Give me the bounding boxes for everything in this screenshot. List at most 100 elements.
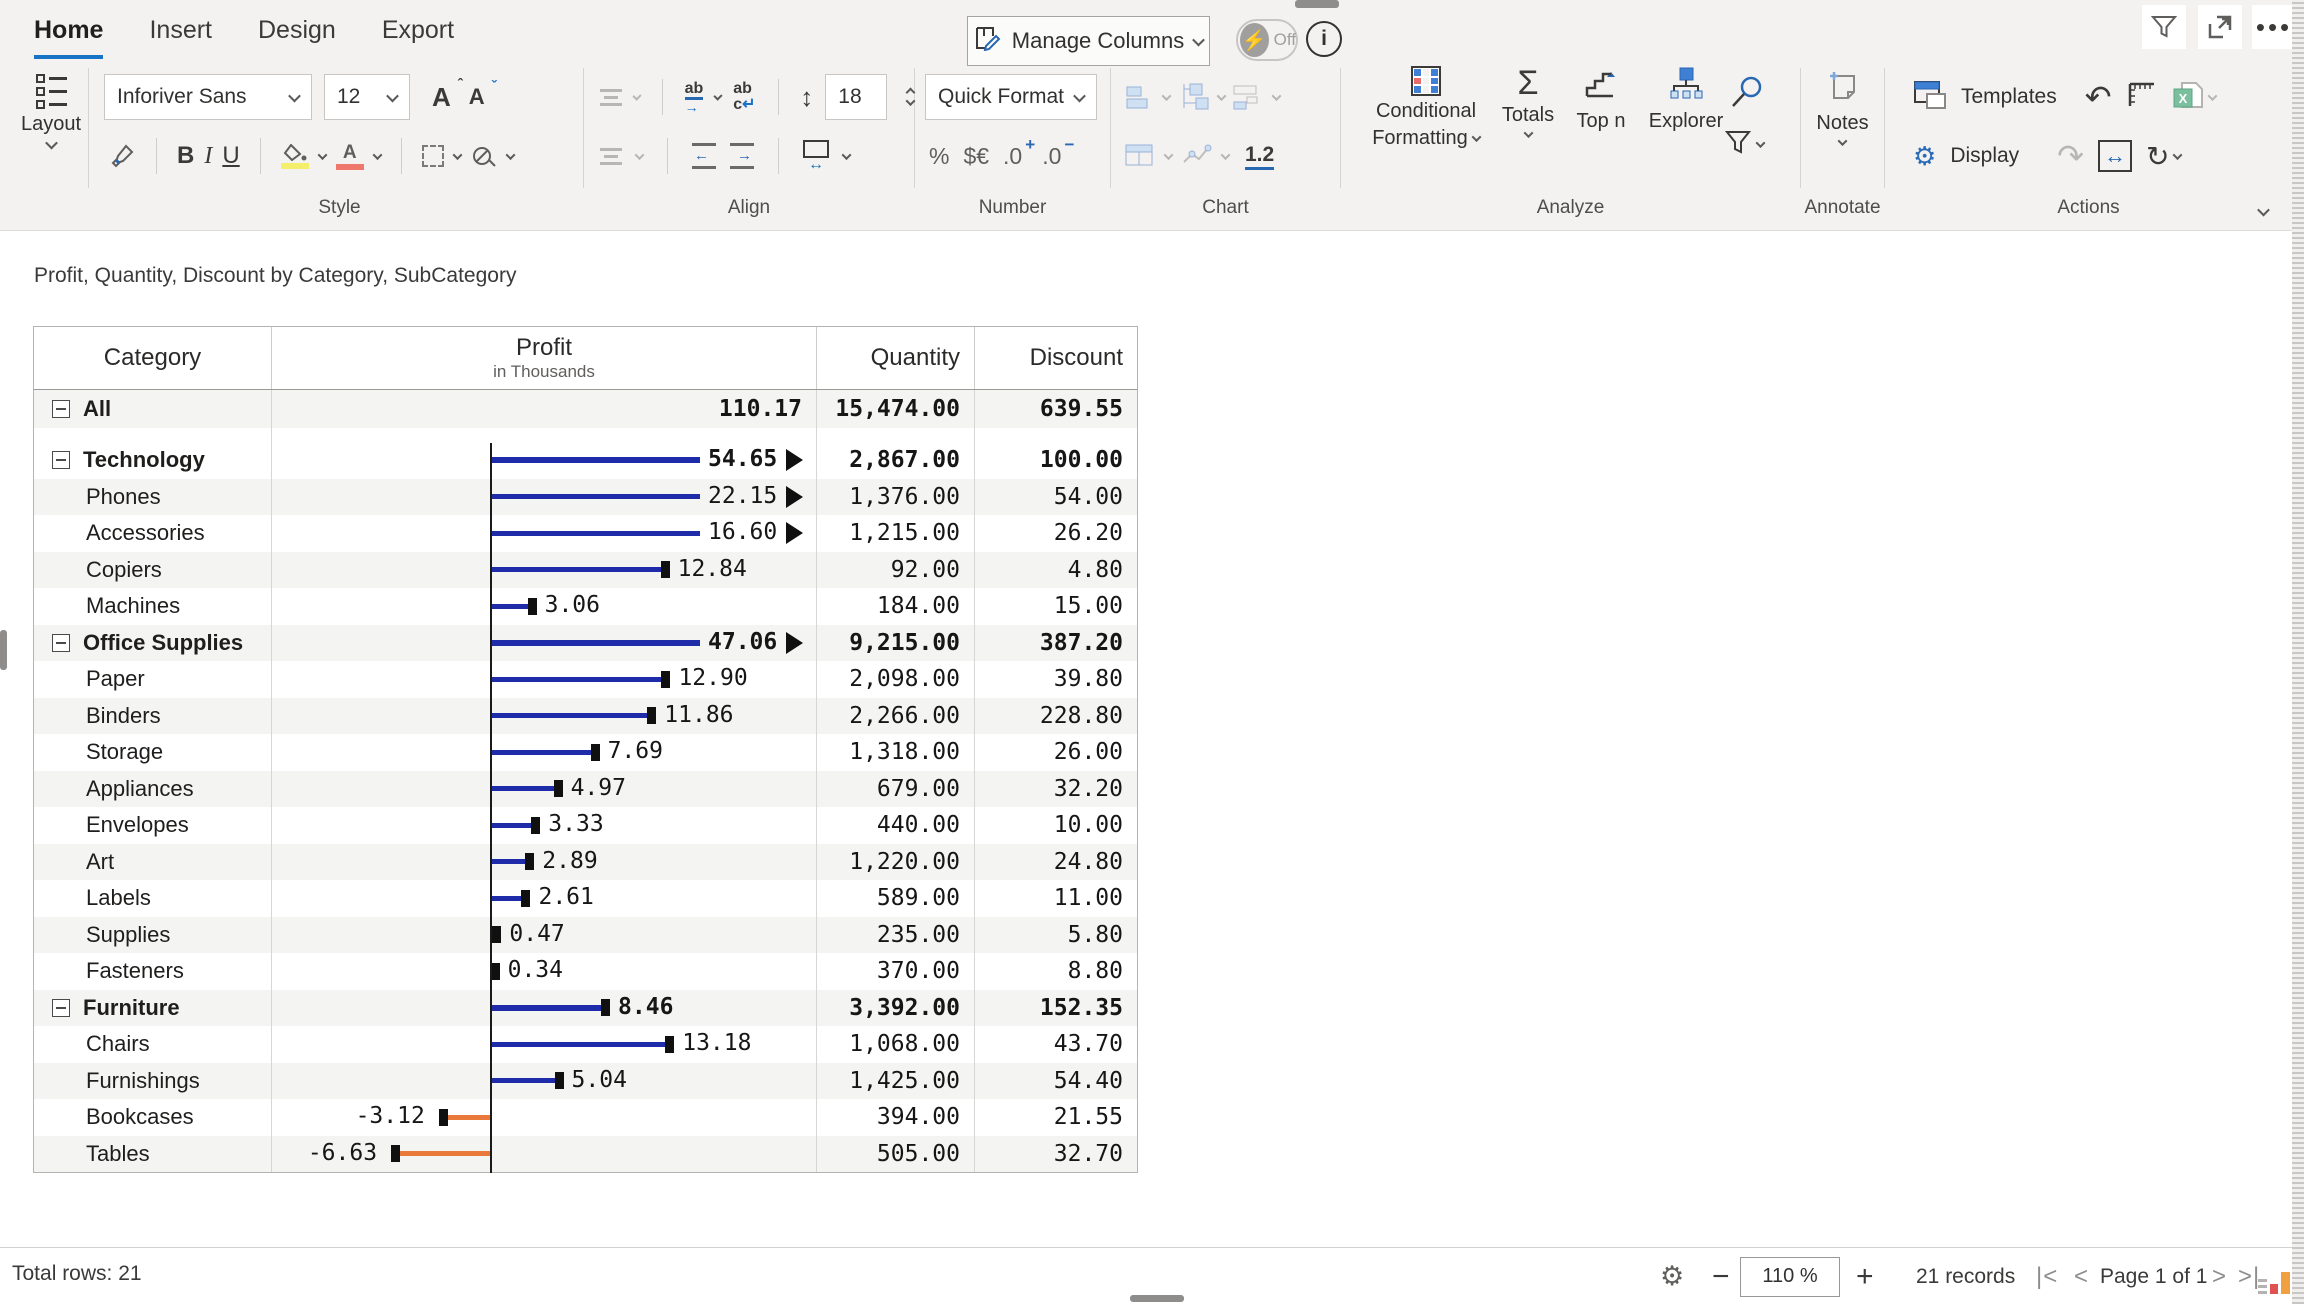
left-scroll-indicator[interactable]	[0, 630, 7, 670]
table-row-machines[interactable]: Machines3.06184.0015.00	[34, 588, 1137, 625]
combo-chart-icon[interactable]	[1233, 84, 1265, 110]
zoom-level-input[interactable]: 110 %	[1740, 1257, 1840, 1297]
manage-columns-button[interactable]: Manage Columns	[967, 16, 1210, 66]
collapse-icon[interactable]	[52, 400, 70, 418]
clear-format-button[interactable]	[471, 144, 497, 168]
notes-button[interactable]: Notes	[1801, 68, 1884, 146]
column-header-profit[interactable]: Profitin Thousands	[272, 327, 817, 389]
chevron-down-icon[interactable]	[1221, 150, 1231, 160]
hierarchy-chart-icon[interactable]	[1178, 83, 1210, 111]
table-chart-icon[interactable]	[1125, 144, 1155, 168]
top-resize-handle[interactable]	[1295, 0, 1339, 8]
table-row-accessories[interactable]: Accessories16.601,215.0026.20	[34, 515, 1137, 552]
bar-chart-icon[interactable]	[1125, 84, 1155, 110]
chevron-down-icon[interactable]	[1272, 91, 1282, 101]
table-row-chairs[interactable]: Chairs13.181,068.0043.70	[34, 1026, 1137, 1063]
chevron-down-icon[interactable]	[1217, 91, 1227, 101]
power-mode-toggle[interactable]: ⚡ Off	[1236, 19, 1298, 61]
vertical-align-button[interactable]	[600, 89, 622, 106]
increase-decimal-icon[interactable]: .0+	[1003, 143, 1022, 170]
table-row-appliances[interactable]: Appliances4.97679.0032.20	[34, 771, 1137, 808]
table-row-supplies[interactable]: Supplies0.47235.005.80	[34, 917, 1137, 954]
font-color-button[interactable]: A	[336, 143, 364, 170]
fill-color-button[interactable]	[281, 144, 309, 169]
layout-button[interactable]: Layout	[14, 74, 88, 149]
collapse-icon[interactable]	[52, 634, 70, 652]
autofit-column-button[interactable]: ↔	[803, 140, 829, 172]
table-row-phones[interactable]: Phones22.151,376.0054.00	[34, 479, 1137, 516]
borders-button[interactable]	[422, 145, 444, 167]
search-button[interactable]	[1729, 74, 1765, 115]
horizontal-scrollbar-thumb[interactable]	[1130, 1295, 1184, 1302]
undo-icon[interactable]: ↶	[2085, 78, 2112, 116]
currency-format-icon[interactable]: $€	[963, 143, 989, 170]
table-row-envelopes[interactable]: Envelopes3.33440.0010.00	[34, 807, 1137, 844]
table-row-paper[interactable]: Paper12.902,098.0039.80	[34, 661, 1137, 698]
table-row-labels[interactable]: Labels2.61589.0011.00	[34, 880, 1137, 917]
bold-button[interactable]: B	[177, 142, 194, 170]
tab-export[interactable]: Export	[382, 16, 454, 59]
chevron-down-icon[interactable]	[714, 91, 723, 100]
underline-button[interactable]: U	[222, 142, 239, 170]
row-height-input[interactable]: 18	[825, 74, 887, 120]
ruler-icon[interactable]	[2126, 80, 2158, 115]
column-header-category[interactable]: Category	[34, 327, 272, 389]
table-row-furnishings[interactable]: Furnishings5.041,425.0054.40	[34, 1063, 1137, 1100]
filter-icon[interactable]	[2142, 5, 2186, 49]
focus-mode-icon[interactable]	[2198, 5, 2242, 49]
top-n-button[interactable]: Top n	[1563, 66, 1639, 133]
quick-format-select[interactable]: Quick Format	[925, 74, 1097, 120]
percent-format-icon[interactable]: %	[929, 143, 949, 170]
table-row-copiers[interactable]: Copiers12.8492.004.80	[34, 552, 1137, 589]
format-painter-icon[interactable]	[110, 143, 136, 169]
chevron-down-icon[interactable]	[452, 150, 462, 160]
chevron-down-icon[interactable]	[372, 150, 382, 160]
next-page-button[interactable]: >	[2212, 1248, 2227, 1305]
text-overflow-button[interactable]: ab→	[685, 81, 704, 114]
tab-home[interactable]: Home	[34, 16, 103, 59]
decrease-indent-button[interactable]: ←	[692, 143, 716, 169]
totals-button[interactable]: Σ Totals	[1493, 66, 1563, 138]
chevron-down-icon[interactable]	[1162, 91, 1172, 101]
tab-insert[interactable]: Insert	[149, 16, 212, 59]
increase-indent-button[interactable]: →	[730, 143, 754, 169]
chevron-down-icon[interactable]	[505, 150, 515, 160]
font-size-select[interactable]: 12	[324, 74, 410, 120]
font-family-select[interactable]: Inforiver Sans	[104, 74, 312, 120]
prev-page-button[interactable]: <	[2074, 1248, 2089, 1305]
chevron-down-icon[interactable]	[842, 150, 852, 160]
decrease-decimal-icon[interactable]: .0−	[1042, 143, 1061, 170]
refresh-button[interactable]: ↻	[2146, 140, 2181, 173]
templates-label[interactable]: Templates	[1961, 85, 2057, 109]
filter-menu-button[interactable]	[1725, 130, 1764, 159]
fit-width-icon[interactable]: ↔	[2098, 140, 2132, 172]
info-icon[interactable]: i	[1306, 21, 1342, 57]
increase-font-button[interactable]: Aˆ	[432, 82, 451, 113]
wrap-text-button[interactable]: abc↵	[733, 81, 755, 113]
table-row-tables[interactable]: Tables-6.63505.0032.70	[34, 1136, 1137, 1173]
conditional-formatting-button[interactable]: Conditional Formatting	[1361, 66, 1491, 150]
chevron-down-icon[interactable]	[317, 150, 327, 160]
decrease-font-button[interactable]: Aˇ	[469, 84, 485, 110]
display-label[interactable]: Display	[1950, 144, 2019, 168]
redo-icon[interactable]: ↷	[2057, 137, 2084, 175]
settings-gear-icon[interactable]: ⚙	[1660, 1248, 1684, 1305]
zoom-out-button[interactable]: −	[1712, 1248, 1730, 1305]
table-row-furniture[interactable]: Furniture8.463,392.00152.35	[34, 990, 1137, 1027]
zoom-in-button[interactable]: +	[1856, 1248, 1874, 1305]
column-header-discount[interactable]: Discount	[975, 327, 1137, 389]
horizontal-align-button[interactable]	[600, 148, 622, 165]
italic-button[interactable]: I	[204, 143, 212, 170]
table-row-bookcases[interactable]: Bookcases-3.12394.0021.55	[34, 1099, 1137, 1136]
table-row-art[interactable]: Art2.891,220.0024.80	[34, 844, 1137, 881]
more-options-icon[interactable]: •••	[2252, 5, 2296, 49]
table-row-all[interactable]: All110.1715,474.00639.55	[34, 390, 1137, 428]
table-row-technology[interactable]: Technology54.652,867.00100.00	[34, 442, 1137, 479]
collapse-icon[interactable]	[52, 999, 70, 1017]
chevron-down-icon[interactable]	[635, 150, 645, 160]
sparkline-icon[interactable]	[1182, 144, 1212, 168]
table-row-binders[interactable]: Binders11.862,266.00228.80	[34, 698, 1137, 735]
first-page-button[interactable]: |<	[2036, 1248, 2058, 1305]
explorer-button[interactable]: Explorer	[1641, 66, 1731, 133]
tab-design[interactable]: Design	[258, 16, 336, 59]
